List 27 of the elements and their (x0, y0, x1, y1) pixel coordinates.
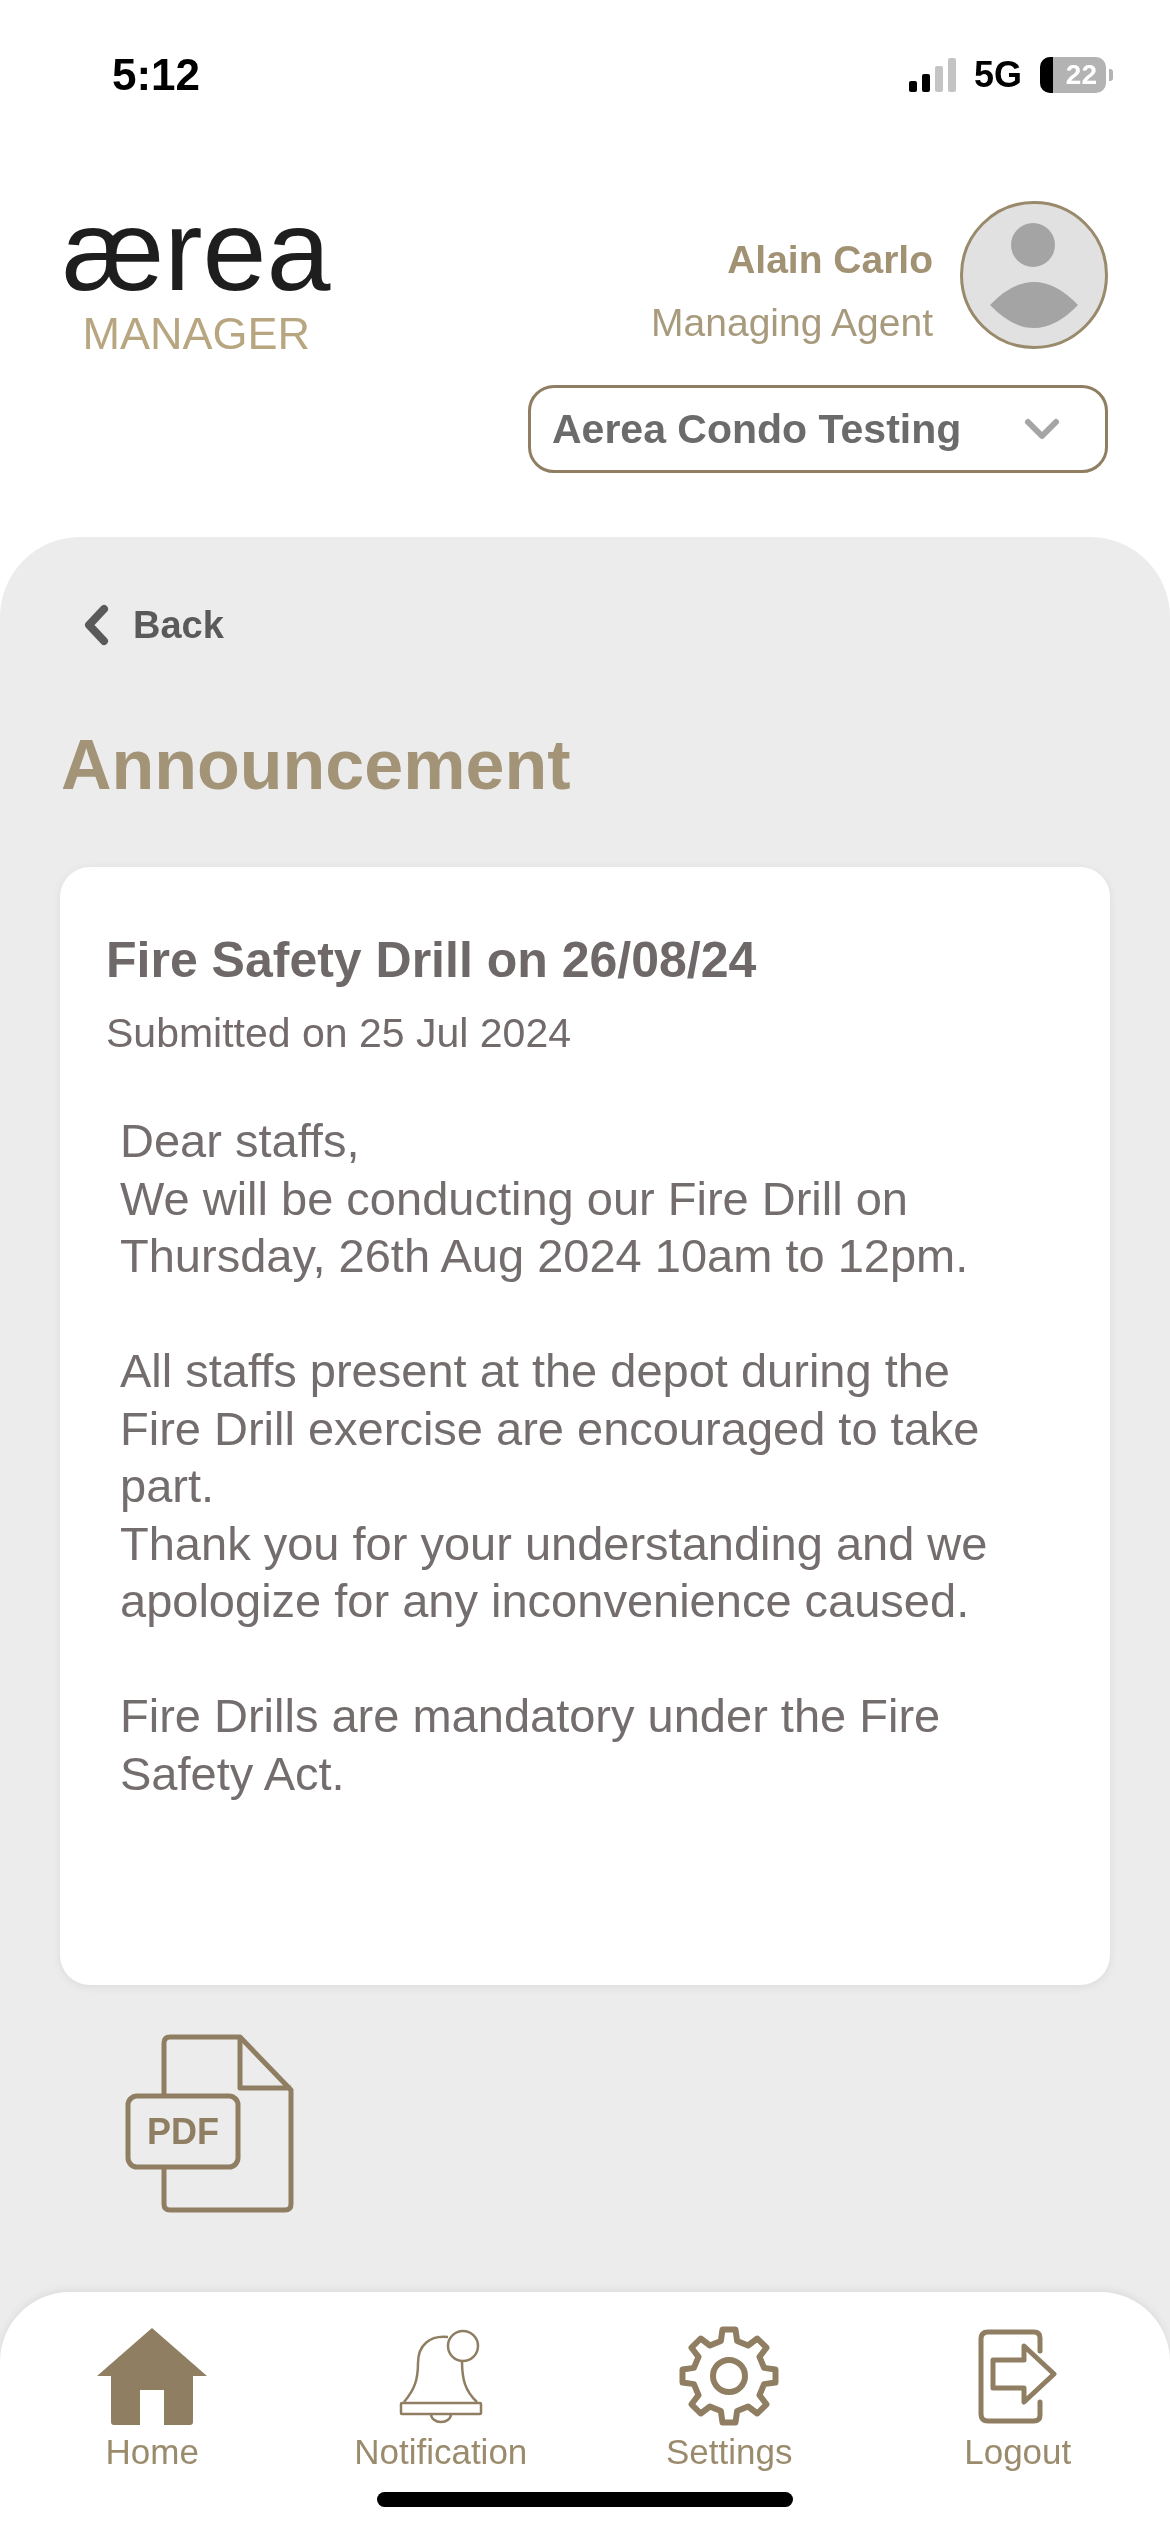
property-dropdown[interactable]: Aerea Condo Testing (528, 385, 1108, 473)
user-name: Alain Carlo (727, 237, 933, 283)
document-icon (125, 2034, 295, 2213)
announcement-title: Fire Safety Drill on 26/08/24 (106, 931, 758, 990)
battery-indicator: 22 (1040, 57, 1113, 93)
back-button[interactable]: Back (82, 602, 224, 648)
house-icon (97, 2327, 208, 2425)
nav-tab[interactable]: Settings (666, 2325, 793, 2473)
nav-tab[interactable]: Home (97, 2325, 208, 2473)
logo-wordmark: ærea (62, 193, 331, 308)
gear-icon (678, 2325, 781, 2427)
nav-tab[interactable]: Logout (964, 2325, 1072, 2473)
chevron-down-icon (1024, 418, 1060, 440)
door-arrow-icon (978, 2328, 1058, 2424)
user-role: Managing Agent (651, 300, 933, 346)
bell-icon (398, 2328, 483, 2424)
chevron-left-icon (82, 604, 110, 646)
announcement-body: Dear staffs, We will be conducting our Fire Drill on Thursday, 26th Aug 2024 10am to 12pm. All staffs present at the depot during the Fire Drill exercise are encouraged to take part. Thank you for your understanding and we apologize for any inconvenience caused. Fire Drills are mandatory under the Fire Safety Act. (120, 1113, 989, 1802)
submitted-date: Submitted on 25 Jul 2024 (106, 1009, 572, 1058)
attachment-button[interactable]: PDF (125, 2034, 295, 2213)
nav-tab[interactable]: Notification (354, 2325, 528, 2473)
avatar-icon (960, 201, 1108, 349)
status-time: 5:12 (112, 50, 201, 100)
network-type: 5G (973, 55, 1022, 95)
logo-subtitle: MANAGER (82, 311, 310, 356)
page-title: Announcement (61, 725, 571, 806)
signal-icon (908, 58, 956, 92)
